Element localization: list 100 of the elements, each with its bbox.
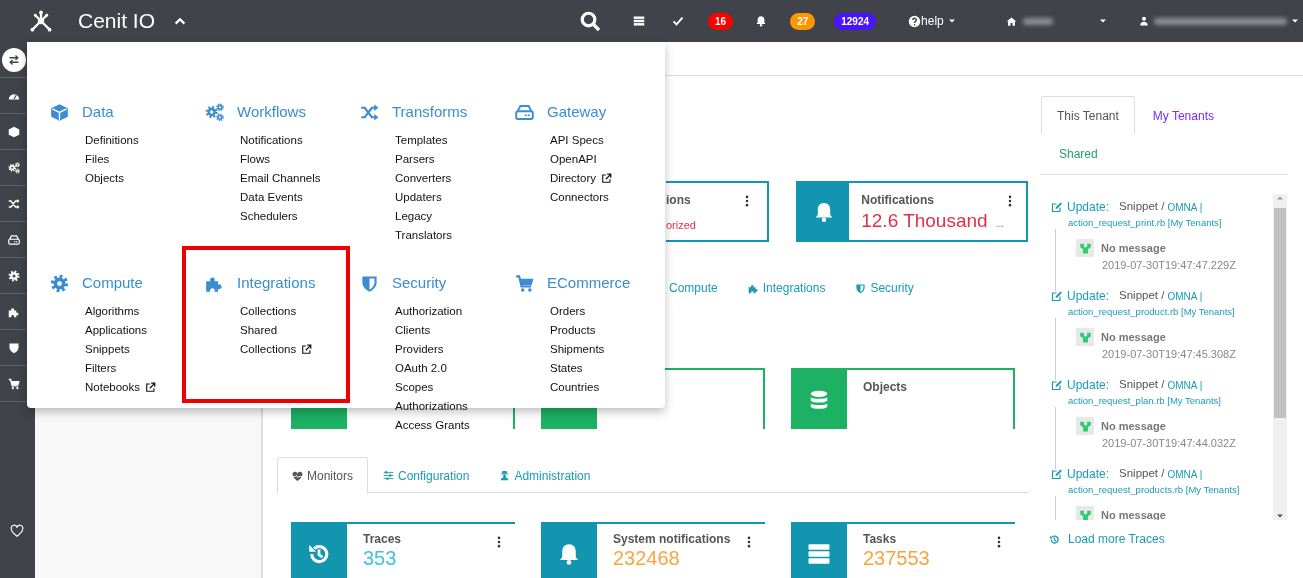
- menu-link[interactable]: Flows: [240, 150, 271, 169]
- type-text: Snippet /: [1119, 288, 1165, 304]
- menu-heading[interactable]: ECommerce: [515, 272, 631, 294]
- menu-link[interactable]: Snippets: [85, 340, 130, 359]
- menu-link[interactable]: Products: [550, 321, 596, 340]
- card-value: 237553: [863, 548, 931, 569]
- menu-link[interactable]: OpenAPI: [550, 150, 597, 169]
- database-icon: [808, 388, 830, 411]
- caret-icon[interactable]: [947, 17, 956, 25]
- timestamp: 2019-07-30T19:47:44.032Z: [1102, 436, 1237, 451]
- transfer-icon: [7, 53, 20, 66]
- menu-link[interactable]: Notifications: [240, 131, 303, 150]
- caret-icon[interactable]: [1290, 17, 1299, 25]
- sidebar-button[interactable]: [1, 47, 26, 72]
- edit-icon: [1051, 290, 1063, 302]
- menu-link[interactable]: Clients: [395, 321, 431, 340]
- menu-link[interactable]: Email Channels: [240, 169, 321, 188]
- gears-icon: [7, 161, 20, 174]
- shuffle-icon: [360, 102, 379, 122]
- cube-icon: [7, 125, 20, 138]
- search-icon[interactable]: [580, 10, 601, 32]
- namespace-link[interactable]: OMNA |: [1167, 466, 1203, 482]
- brand-link[interactable]: Cenit IO: [78, 5, 156, 37]
- shield-icon: [855, 282, 867, 294]
- bell-icon[interactable]: [755, 15, 768, 27]
- menu-link[interactable]: Authorization: [395, 302, 463, 321]
- menu-link[interactable]: Directory: [550, 169, 612, 188]
- history-icon: [1049, 533, 1060, 545]
- menu-link[interactable]: Scopes: [395, 378, 434, 397]
- menu-link[interactable]: Connectors: [550, 188, 609, 207]
- namespace-link[interactable]: OMNA |: [1167, 377, 1203, 393]
- scroll-down-icon[interactable]: [1276, 512, 1284, 520]
- cart-icon: [515, 273, 534, 293]
- tab[interactable]: Monitors: [277, 457, 368, 494]
- menu-link[interactable]: Updaters: [395, 188, 442, 207]
- menu-link[interactable]: Notebooks: [85, 378, 156, 397]
- menu-link[interactable]: Converters: [395, 169, 452, 188]
- menu-link[interactable]: Data Events: [240, 188, 303, 207]
- menu-heading[interactable]: Integrations: [205, 272, 316, 294]
- card-title: Objects: [863, 379, 907, 396]
- check-icon[interactable]: [672, 15, 684, 27]
- home-icon[interactable]: [1005, 15, 1017, 27]
- menu-heading[interactable]: Transforms: [360, 101, 468, 123]
- card-value: 232468: [613, 548, 681, 569]
- menu-link[interactable]: Shipments: [550, 340, 605, 359]
- menu-link[interactable]: Schedulers: [240, 207, 298, 226]
- timestamp: 2019-07-30T19:47:47.229Z: [1102, 258, 1237, 273]
- menu-heading[interactable]: Security: [360, 272, 447, 294]
- count-badge[interactable]: 12924: [834, 12, 877, 30]
- menu-link[interactable]: Algorithms: [85, 302, 140, 321]
- user-icon[interactable]: [1138, 16, 1149, 26]
- type-text: Snippet /: [1119, 377, 1165, 393]
- tab[interactable]: My Tenants: [1136, 96, 1230, 134]
- tasks-icon[interactable]: [633, 15, 645, 27]
- menu-heading[interactable]: Data: [50, 101, 114, 123]
- cart-icon: [7, 377, 20, 390]
- menu-link[interactable]: Countries: [550, 378, 600, 397]
- menu-link[interactable]: Translators: [395, 226, 453, 245]
- namespace-link[interactable]: OMNA |: [1167, 288, 1203, 304]
- menu-link[interactable]: Definitions: [85, 131, 139, 150]
- cube-icon: [50, 102, 69, 122]
- message-text: No message: [1101, 329, 1166, 345]
- tab[interactable]: This Tenant: [1041, 96, 1135, 134]
- menu-link[interactable]: Shared: [240, 321, 278, 340]
- menu-link[interactable]: Parsers: [395, 150, 435, 169]
- menu-heading[interactable]: Workflows: [205, 101, 306, 123]
- scrollbar[interactable]: [1273, 194, 1287, 520]
- agent-icon: [499, 470, 511, 481]
- count-badge[interactable]: 16: [708, 12, 734, 30]
- shuffle-icon: [7, 197, 20, 210]
- menu-link[interactable]: OAuth 2.0: [395, 359, 447, 378]
- namespace-link[interactable]: OMNA |: [1167, 199, 1203, 215]
- drive-icon: [7, 233, 20, 246]
- menu-link[interactable]: Objects: [85, 169, 124, 188]
- puzzle-icon: [747, 282, 759, 294]
- menu-heading[interactable]: Compute: [50, 272, 143, 294]
- menu-link[interactable]: Orders: [550, 302, 586, 321]
- menu-link[interactable]: Legacy: [395, 207, 433, 226]
- menu-link[interactable]: States: [550, 359, 583, 378]
- menu-link[interactable]: Access Grants: [395, 416, 470, 435]
- caret-icon[interactable]: [1098, 17, 1107, 25]
- menu-link[interactable]: Authorizations: [395, 397, 468, 416]
- more-text: ...: [995, 217, 1004, 231]
- menu-link[interactable]: API Specs: [550, 131, 604, 150]
- menu-link[interactable]: Applications: [85, 321, 147, 340]
- blurred-text: [1022, 17, 1053, 25]
- menu-link[interactable]: Collections: [240, 340, 313, 359]
- help-icon[interactable]: [908, 14, 922, 28]
- menu-link[interactable]: Files: [85, 150, 110, 169]
- heart-icon[interactable]: [10, 524, 24, 538]
- drive-icon: [515, 102, 534, 122]
- menu-link[interactable]: Templates: [395, 131, 448, 150]
- menu-link[interactable]: Collections: [240, 302, 297, 321]
- settings-icon: [50, 273, 69, 293]
- card-value: 12.6 Thousand: [861, 209, 988, 233]
- menu-link[interactable]: Providers: [395, 340, 444, 359]
- puzzle-icon: [7, 305, 20, 318]
- menu-heading[interactable]: Gateway: [515, 101, 607, 123]
- help-menu[interactable]: help: [921, 12, 944, 30]
- menu-link[interactable]: Filters: [85, 359, 117, 378]
